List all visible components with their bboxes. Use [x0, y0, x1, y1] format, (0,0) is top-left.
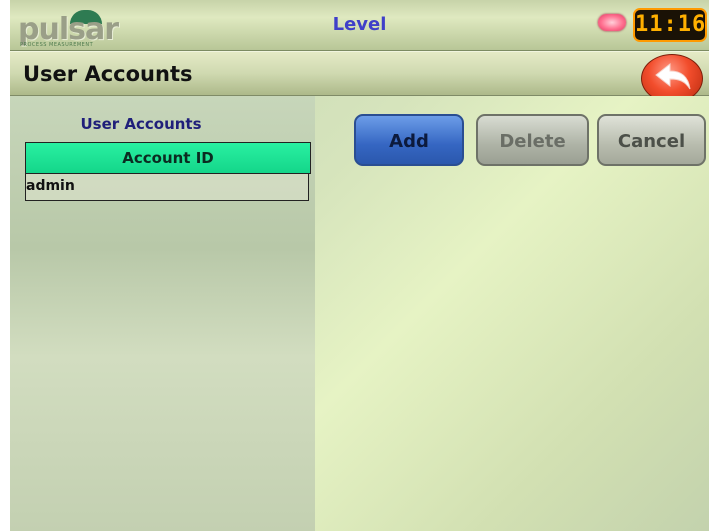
- page-title: User Accounts: [23, 62, 193, 86]
- logo-subtext: PROCESS MEASUREMENT: [20, 42, 94, 48]
- device-screen: pulsar PROCESS MEASUREMENT Level 11:16 U…: [10, 0, 709, 531]
- column-header-account-id[interactable]: Account ID: [25, 142, 311, 174]
- accounts-panel: User Accounts Account ID admin: [10, 96, 315, 531]
- back-arrow-icon: [655, 62, 691, 90]
- main-content: User Accounts Account ID admin Add Delet…: [10, 96, 709, 531]
- clock-display: 11:16: [633, 8, 707, 42]
- cancel-button[interactable]: Cancel: [597, 114, 706, 166]
- add-button[interactable]: Add: [354, 114, 464, 166]
- accounts-table: Account ID admin: [25, 142, 311, 201]
- page-header: User Accounts: [10, 51, 709, 103]
- status-led-icon: [598, 14, 626, 31]
- delete-button[interactable]: Delete: [476, 114, 589, 166]
- accounts-heading: User Accounts: [80, 115, 202, 133]
- table-row[interactable]: admin: [25, 174, 309, 201]
- top-bar: pulsar PROCESS MEASUREMENT Level 11:16: [10, 0, 709, 51]
